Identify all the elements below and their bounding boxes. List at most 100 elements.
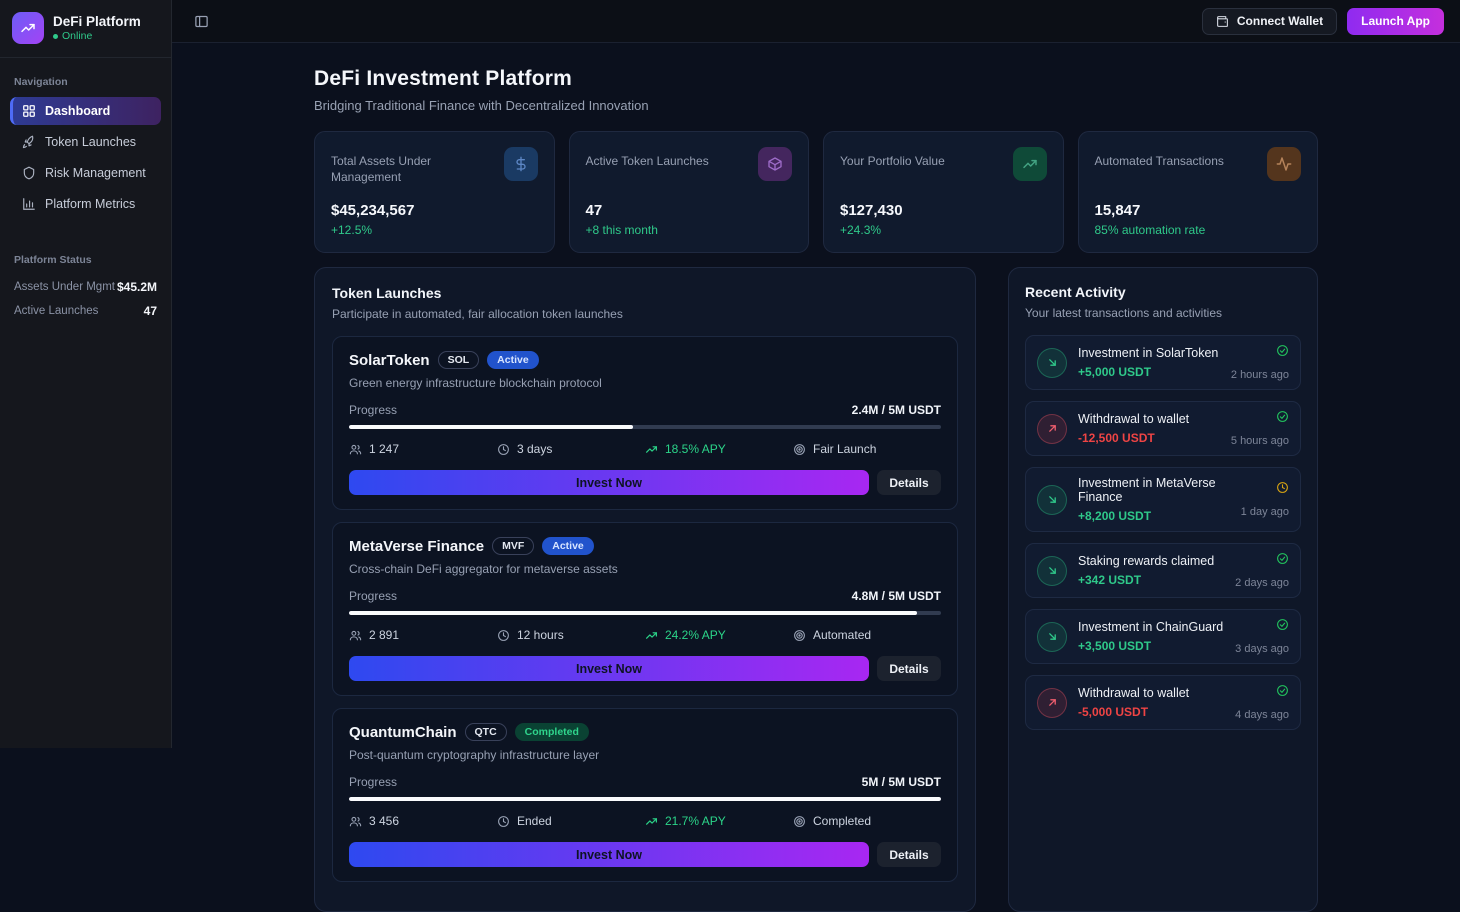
platform-status-row: Assets Under Mgmt $45.2M bbox=[10, 275, 161, 299]
brand: DeFi Platform Online bbox=[0, 0, 171, 58]
invest-now-button[interactable]: Invest Now bbox=[349, 656, 869, 681]
progress-bar bbox=[349, 611, 941, 615]
progress-label: Progress bbox=[349, 589, 397, 603]
progress-bar bbox=[349, 797, 941, 801]
dollar-icon bbox=[513, 156, 529, 172]
activity-row: Withdrawal to wallet -5,000 USDT 4 days … bbox=[1025, 675, 1301, 730]
clock-icon bbox=[497, 629, 510, 642]
activity-row: Investment in MetaVerse Finance +8,200 U… bbox=[1025, 467, 1301, 532]
stat-change: +24.3% bbox=[840, 223, 1047, 237]
progress-fill bbox=[349, 425, 633, 429]
launch-card: SolarToken SOL Active Green energy infra… bbox=[332, 336, 958, 510]
launch-app-button[interactable]: Launch App bbox=[1347, 8, 1444, 35]
check-circle-icon bbox=[1276, 684, 1289, 697]
activity-time: 2 hours ago bbox=[1231, 369, 1289, 381]
progress-fill bbox=[349, 611, 917, 615]
stat-card: Total Assets Under Management $45,234,56… bbox=[314, 131, 555, 253]
stat-change: +12.5% bbox=[331, 223, 538, 237]
shield-icon bbox=[22, 166, 36, 180]
online-dot-icon bbox=[53, 34, 58, 39]
trending-up-icon bbox=[645, 443, 658, 456]
topbar: Connect Wallet Launch App bbox=[172, 0, 1460, 43]
launch-name: SolarToken bbox=[349, 352, 430, 369]
platform-status-list: Assets Under Mgmt $45.2M Active Launches… bbox=[10, 275, 161, 323]
stat-change: 85% automation rate bbox=[1095, 223, 1302, 237]
sidebar-item-risk-management[interactable]: Risk Management bbox=[10, 159, 161, 187]
apy-stat: 18.5% APY bbox=[645, 442, 793, 456]
activity-item-title: Investment in ChainGuard bbox=[1078, 620, 1224, 634]
stat-icon-tile bbox=[758, 147, 792, 181]
check-circle-icon bbox=[1276, 618, 1289, 631]
status-section-label: Platform Status bbox=[14, 254, 157, 266]
activity-item-title: Investment in SolarToken bbox=[1078, 346, 1220, 360]
activity-direction-icon bbox=[1037, 348, 1067, 378]
rocket-icon bbox=[22, 135, 36, 149]
activity-status-icon bbox=[1276, 552, 1289, 570]
clock-icon bbox=[497, 815, 510, 828]
trending-up-icon bbox=[1022, 156, 1038, 172]
launch-description: Post-quantum cryptography infrastructure… bbox=[349, 748, 941, 762]
details-button[interactable]: Details bbox=[877, 842, 941, 867]
users-icon bbox=[349, 629, 362, 642]
activity-direction-icon bbox=[1037, 414, 1067, 444]
recent-activity-panel: Recent Activity Your latest transactions… bbox=[1008, 267, 1318, 912]
page-title: DeFi Investment Platform bbox=[314, 67, 1318, 91]
stat-change: +8 this month bbox=[586, 223, 793, 237]
sidebar-item-dashboard[interactable]: Dashboard bbox=[10, 97, 161, 125]
stat-value: 47 bbox=[586, 202, 793, 219]
stat-icon-tile bbox=[504, 147, 538, 181]
activity-subtitle: Your latest transactions and activities bbox=[1025, 306, 1301, 320]
activity-time: 2 days ago bbox=[1235, 577, 1289, 589]
participants-stat: 3 456 bbox=[349, 814, 497, 828]
activity-time: 5 hours ago bbox=[1231, 435, 1289, 447]
check-circle-icon bbox=[1276, 344, 1289, 357]
launch-name: QuantumChain bbox=[349, 724, 457, 741]
activity-status-icon bbox=[1276, 618, 1289, 636]
launches-subtitle: Participate in automated, fair allocatio… bbox=[332, 307, 958, 321]
arrow-down-right-icon bbox=[1046, 630, 1059, 643]
activity-amount: +5,000 USDT bbox=[1078, 365, 1220, 379]
stat-label: Active Token Launches bbox=[586, 147, 709, 170]
time-left-stat: 12 hours bbox=[497, 628, 645, 642]
launch-status-badge: Active bbox=[542, 537, 594, 555]
sidebar-toggle-button[interactable] bbox=[188, 8, 214, 34]
sidebar-item-platform-metrics[interactable]: Platform Metrics bbox=[10, 190, 161, 218]
sidebar-item-token-launches[interactable]: Token Launches bbox=[10, 128, 161, 156]
stat-icon-tile bbox=[1267, 147, 1301, 181]
progress-fill bbox=[349, 797, 941, 801]
launch-description: Cross-chain DeFi aggregator for metavers… bbox=[349, 562, 941, 576]
apy-stat: 24.2% APY bbox=[645, 628, 793, 642]
progress-bar bbox=[349, 425, 941, 429]
stat-value: $45,234,567 bbox=[331, 202, 538, 219]
activity-list: Investment in SolarToken +5,000 USDT 2 h… bbox=[1025, 335, 1301, 730]
stat-value: 15,847 bbox=[1095, 202, 1302, 219]
activity-status-icon bbox=[1276, 410, 1289, 428]
trending-up-icon bbox=[645, 629, 658, 642]
activity-row: Withdrawal to wallet -12,500 USDT 5 hour… bbox=[1025, 401, 1301, 456]
status-row-value: $45.2M bbox=[117, 280, 157, 294]
details-button[interactable]: Details bbox=[877, 656, 941, 681]
clock-icon bbox=[1276, 481, 1289, 494]
launch-card: MetaVerse Finance MVF Active Cross-chain… bbox=[332, 522, 958, 696]
arrow-up-right-icon bbox=[1046, 422, 1059, 435]
arrow-down-right-icon bbox=[1046, 356, 1059, 369]
details-button[interactable]: Details bbox=[877, 470, 941, 495]
stat-card: Automated Transactions 15,847 85% automa… bbox=[1078, 131, 1319, 253]
target-icon bbox=[793, 815, 806, 828]
wallet-icon bbox=[1216, 15, 1229, 28]
launch-symbol-badge: QTC bbox=[465, 723, 507, 741]
invest-now-button[interactable]: Invest Now bbox=[349, 842, 869, 867]
status-row-label: Assets Under Mgmt bbox=[14, 281, 115, 293]
token-launches-panel: Token Launches Participate in automated,… bbox=[314, 267, 976, 912]
activity-time: 4 days ago bbox=[1235, 709, 1289, 721]
raised-amount: 4.8M / 5M USDT bbox=[852, 589, 941, 603]
connect-wallet-button[interactable]: Connect Wallet bbox=[1202, 8, 1337, 35]
activity-icon bbox=[1276, 156, 1292, 172]
arrow-down-right-icon bbox=[1046, 493, 1059, 506]
activity-direction-icon bbox=[1037, 485, 1067, 515]
activity-status-icon bbox=[1276, 684, 1289, 702]
invest-now-button[interactable]: Invest Now bbox=[349, 470, 869, 495]
participants-stat: 1 247 bbox=[349, 442, 497, 456]
sidebar-item-label: Risk Management bbox=[45, 166, 146, 180]
launch-description: Green energy infrastructure blockchain p… bbox=[349, 376, 941, 390]
